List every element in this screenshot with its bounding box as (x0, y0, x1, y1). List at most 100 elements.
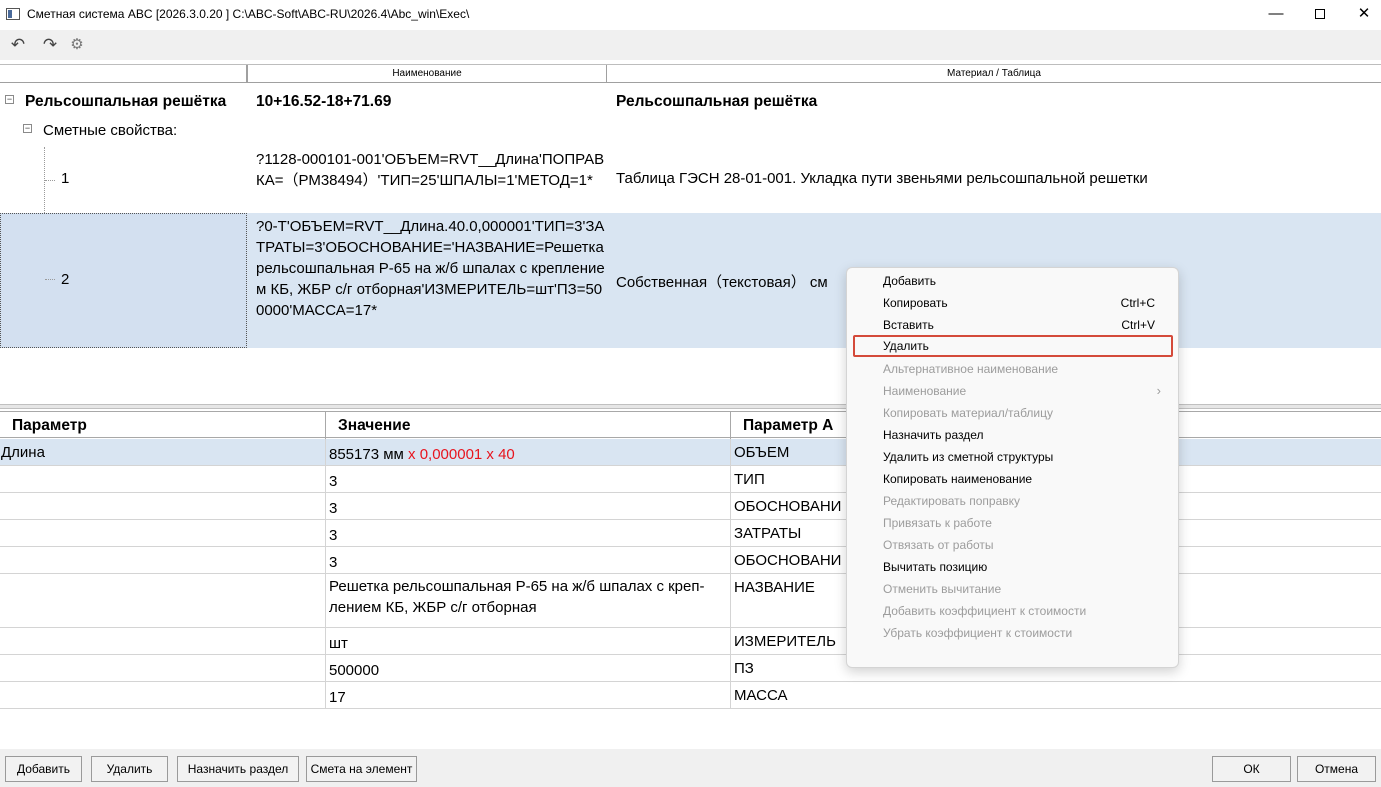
grid-header-param[interactable]: Параметр (0, 412, 326, 439)
menu-item-label: Копировать (883, 296, 948, 310)
cell-value: 855173 мм x 0,000001 x 40 (326, 439, 731, 465)
row-formula: ?0-Т'ОБЪЕМ=RVT__Длина.40.0,000001'ТИП=3'… (256, 218, 605, 319)
menu-item-paste[interactable]: Вставить Ctrl+V (853, 314, 1173, 336)
cell-param (0, 655, 326, 681)
menu-item-unbind-from-work[interactable]: Отвязать от работы (853, 534, 1173, 556)
root-code: 10+16.52-18+71.69 (256, 93, 392, 110)
chevron-right-icon: › (1156, 383, 1161, 398)
app-icon (6, 8, 20, 20)
cell-param (0, 466, 326, 492)
menu-item-shortcut: Ctrl+C (1120, 296, 1155, 310)
menu-item-label: Вычитать позицию (883, 560, 988, 574)
collapse-props-icon[interactable]: − (23, 124, 32, 133)
menu-item-copy[interactable]: Копировать Ctrl+C (853, 292, 1173, 314)
row-material: Собственная（текстовая） см (616, 274, 828, 291)
root-material: Рельсошпальная решётка (616, 93, 818, 110)
tree-connector-h (45, 180, 55, 181)
selected-cell (0, 213, 247, 348)
menu-item-label: Альтернативное наименование (883, 362, 1059, 376)
menu-item-label: Копировать материал/таблицу (883, 406, 1053, 420)
menu-item-label: Назначить раздел (883, 428, 984, 442)
maximize-button[interactable] (1297, 0, 1343, 30)
cell-param (0, 574, 326, 627)
props-label: Сметные свойства: (43, 122, 178, 139)
undo-icon[interactable]: ↶ (6, 33, 30, 57)
menu-item-bind-to-work[interactable]: Привязать к работе (853, 512, 1173, 534)
menu-item-label: Вставить (883, 318, 934, 332)
tree-header-name[interactable]: Наименование (247, 65, 607, 83)
tree-connector-h (45, 279, 55, 280)
menu-item-delete[interactable]: Удалить (853, 335, 1173, 357)
menu-item-label: Удалить (883, 339, 929, 353)
menu-item-remove-cost-coefficient[interactable]: Убрать коэффициент к стоимости (853, 622, 1173, 644)
row-number: 2 (61, 271, 70, 288)
cell-value-multiplier: x 0,000001 x 40 (403, 446, 515, 463)
menu-item-add[interactable]: Добавить (853, 270, 1173, 292)
tree-row-root[interactable]: − Рельсошпальная решётка 10+16.52-18+71.… (0, 89, 1381, 117)
cell-param: Длина (0, 439, 326, 465)
menu-item-add-cost-coefficient[interactable]: Добавить коэффициент к стоимости (853, 600, 1173, 622)
row-number: 1 (61, 170, 70, 187)
menu-item-label: Добавить (883, 274, 937, 288)
menu-item-label: Наименование (883, 384, 967, 398)
menu-item-alt-name[interactable]: Альтернативное наименование (853, 358, 1173, 380)
menu-item-label: Копировать наименование (883, 472, 1033, 486)
collapse-root-icon[interactable]: − (5, 95, 14, 104)
minimize-button[interactable]: — (1253, 0, 1299, 30)
close-button[interactable]: ✕ (1341, 0, 1381, 30)
window-title: Сметная система ABC [2026.3.0.20 ] C:\AB… (27, 7, 470, 21)
menu-item-remove-from-structure[interactable]: Удалить из сметной структуры (853, 446, 1173, 468)
delete-button[interactable]: Удалить (91, 756, 168, 782)
root-name: Рельсошпальная решётка (25, 93, 227, 110)
tree-header-col-0[interactable] (0, 65, 247, 83)
menu-item-cancel-subtract[interactable]: Отменить вычитание (853, 578, 1173, 600)
cell-value: шт (326, 628, 731, 654)
maximize-icon (1315, 9, 1325, 19)
menu-item-label: Удалить из сметной структуры (883, 450, 1054, 464)
cell-value: 17 (326, 682, 731, 708)
context-menu: Добавить Копировать Ctrl+C Вставить Ctrl+V… (846, 267, 1179, 668)
menu-item-label: Отменить вычитание (883, 582, 1002, 596)
cell-abc: МАССА (734, 687, 788, 704)
menu-item-edit-correction[interactable]: Редактировать поправку (853, 490, 1173, 512)
cell-param (0, 520, 326, 546)
cell-param (0, 628, 326, 654)
settings-gear-icon[interactable]: ⚙ (65, 33, 89, 57)
cancel-button[interactable]: Отмена (1297, 756, 1376, 782)
menu-item-label: Редактировать поправку (883, 494, 1021, 508)
cell-value: 500000 (326, 655, 731, 681)
title-bar: Сметная система ABC [2026.3.0.20 ] C:\AB… (0, 0, 1381, 30)
element-estimate-button[interactable]: Смета на элемент (306, 756, 417, 782)
tree-header-material[interactable]: Материал / Таблица (607, 65, 1381, 83)
cell-value: 3 (326, 493, 731, 519)
cell-param (0, 493, 326, 519)
row-material: Таблица ГЭСН 28-01-001. Укладка пути зве… (616, 170, 1148, 187)
add-button[interactable]: Добавить (5, 756, 82, 782)
cell-value: 3 (326, 547, 731, 573)
cell-value-main: 855173 мм (329, 446, 404, 463)
menu-item-copy-name[interactable]: Копировать наименование (853, 468, 1173, 490)
menu-item-subtract-position[interactable]: Вычитать позицию (853, 556, 1173, 578)
menu-item-label: Отвязать от работы (883, 538, 994, 552)
cell-param (0, 547, 326, 573)
cell-value: 3 (326, 520, 731, 546)
assign-section-button[interactable]: Назначить раздел (177, 756, 299, 782)
menu-item-label: Убрать коэффициент к стоимости (883, 626, 1073, 640)
tree-row-1[interactable]: 1 ?1128-000101-001'ОБЪЕМ=RVT__Длина'ПОПР… (0, 147, 1381, 213)
menu-item-assign-section[interactable]: Назначить раздел (853, 424, 1173, 446)
menu-item-copy-material[interactable]: Копировать материал/таблицу (853, 402, 1173, 424)
redo-icon[interactable]: ↷ (38, 33, 62, 57)
row-formula: ?1128-000101-001'ОБЪЕМ=RVT__Длина'ПОПРАВ… (256, 151, 605, 189)
toolbar: ↶ ↷ ⚙ (0, 30, 1381, 60)
bottom-button-bar: Добавить Удалить Назначить раздел Смета … (0, 749, 1381, 787)
grid-header-value[interactable]: Значение (326, 412, 731, 439)
tree-header: Наименование Материал / Таблица (0, 65, 1381, 83)
menu-item-name-submenu[interactable]: Наименование › (853, 380, 1173, 402)
menu-item-label: Добавить коэффициент к стоимости (883, 604, 1087, 618)
menu-item-label: Привязать к работе (883, 516, 992, 530)
ok-button[interactable]: ОК (1212, 756, 1291, 782)
menu-item-shortcut: Ctrl+V (1121, 318, 1155, 332)
table-row[interactable]: 17 МАССА (0, 682, 1381, 709)
cell-param (0, 682, 326, 708)
tree-row-props[interactable]: − Сметные свойства: (0, 119, 1381, 147)
